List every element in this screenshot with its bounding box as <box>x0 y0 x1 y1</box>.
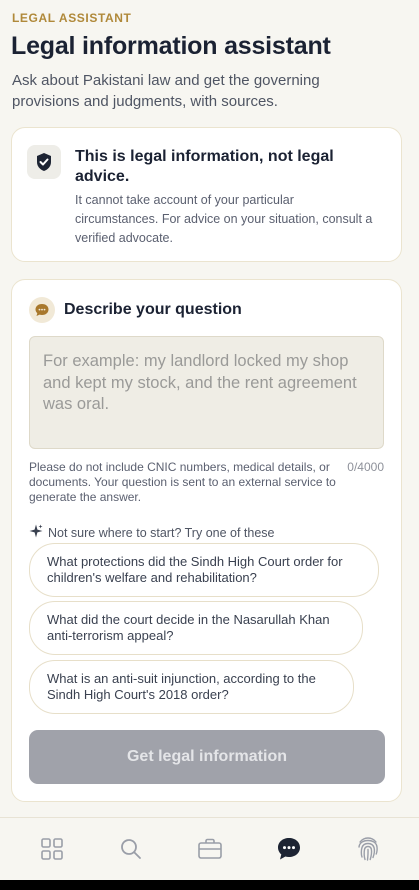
briefcase-icon <box>197 838 222 859</box>
question-title: Describe your question <box>64 301 242 318</box>
suggestion-chip[interactable]: What is an anti-suit injunction, accordi… <box>29 660 354 714</box>
suggestion-chip[interactable]: What protections did the Sindh High Cour… <box>29 543 379 597</box>
fingerprint-icon <box>357 837 378 861</box>
search-icon <box>120 839 141 859</box>
suggestions-hint-text: Not sure where to start? Try one of thes… <box>48 525 275 540</box>
disclaimer-card: This is legal information, not legal adv… <box>11 127 402 262</box>
nav-item-assistant[interactable] <box>259 819 319 879</box>
privacy-note: Please do not include CNIC numbers, medi… <box>29 460 336 504</box>
question-textarea[interactable]: For example: my landlord locked my shop … <box>29 336 384 449</box>
system-navigation-bar <box>0 880 419 890</box>
suggestions-hint: Not sure where to start? Try one of thes… <box>29 524 275 541</box>
shield-check-icon <box>27 145 61 179</box>
nav-item-identity[interactable] <box>338 819 398 879</box>
page-title: Legal information assistant <box>11 32 331 60</box>
eyebrow-label: LEGAL ASSISTANT <box>12 11 132 25</box>
page-subtitle: Ask about Pakistani law and get the gove… <box>12 72 320 110</box>
question-card: Describe your question For example: my l… <box>11 279 402 802</box>
nav-item-search[interactable] <box>101 819 161 879</box>
get-legal-information-button[interactable]: Get legal information <box>29 730 385 784</box>
question-placeholder: For example: my landlord locked my shop … <box>43 352 357 413</box>
disclaimer-body: It cannot take account of your particula… <box>75 193 373 245</box>
disclaimer-title: This is legal information, not legal adv… <box>75 148 334 185</box>
nav-item-cases[interactable] <box>180 819 240 879</box>
chat-icon <box>277 838 300 860</box>
chat-bubble-icon <box>29 297 55 323</box>
suggestion-chip[interactable]: What did the court decide in the Nasarul… <box>29 601 363 655</box>
sparkle-icon <box>29 524 43 541</box>
screen: LEGAL ASSISTANT Legal information assist… <box>0 0 419 890</box>
character-counter: 0/4000 <box>347 460 384 474</box>
grid-icon <box>40 838 63 860</box>
bottom-nav <box>0 817 419 880</box>
nav-item-home[interactable] <box>22 819 82 879</box>
